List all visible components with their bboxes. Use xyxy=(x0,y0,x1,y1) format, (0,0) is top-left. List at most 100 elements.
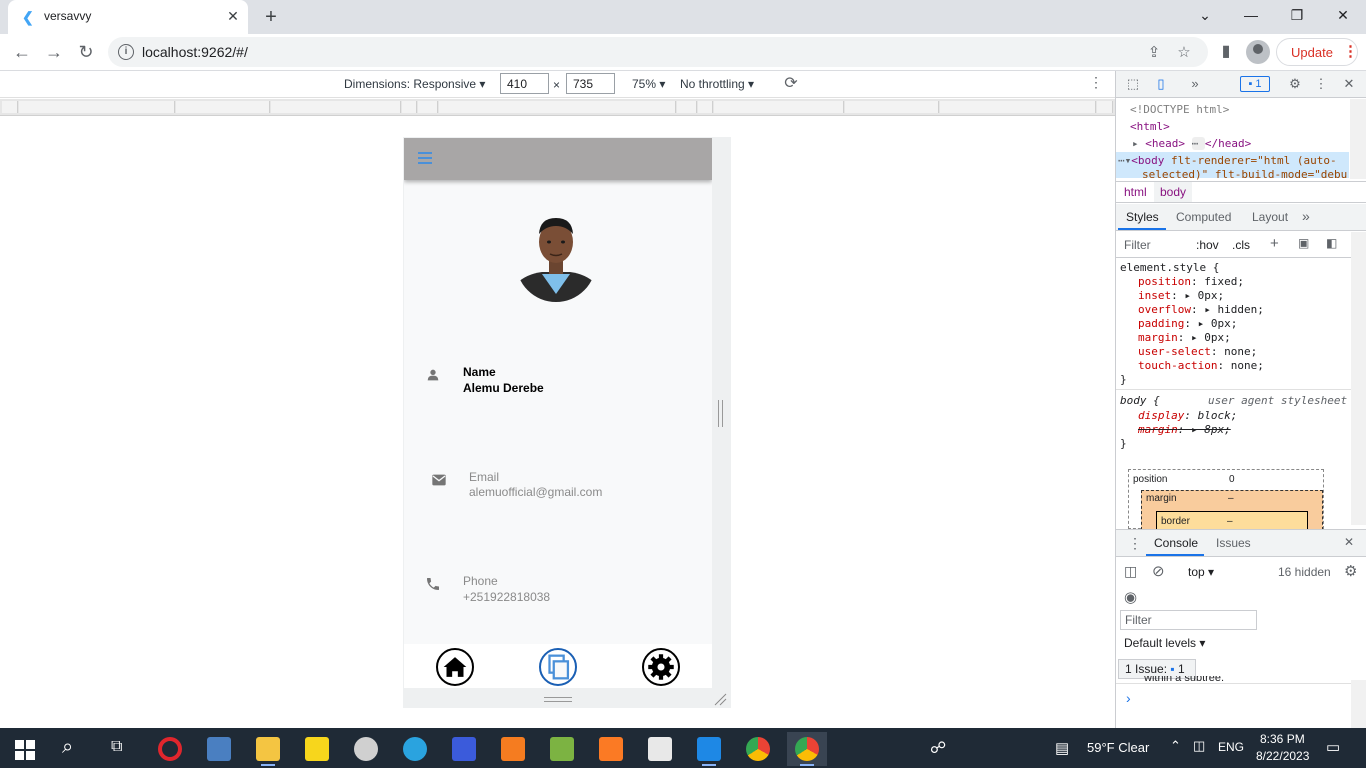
taskbar-notepad[interactable] xyxy=(542,732,582,766)
browser-tab[interactable]: ❮ versavvy ✕ xyxy=(8,0,248,34)
tab-computed[interactable]: Computed xyxy=(1176,210,1231,224)
taskbar-sticky-notes[interactable] xyxy=(297,732,337,766)
ruler-segment[interactable] xyxy=(845,101,939,113)
context-selector[interactable]: top ▾ xyxy=(1188,565,1214,579)
console-sidebar-icon[interactable]: ◫ xyxy=(1124,563,1137,580)
taskbar-clock-app[interactable] xyxy=(346,732,386,766)
dom-body-node-selected[interactable]: ⋯▾<body flt-renderer="html (auto- select… xyxy=(1116,152,1349,181)
back-arrow-icon[interactable]: ← xyxy=(8,38,36,66)
taskbar-xampp[interactable] xyxy=(591,732,631,766)
device-toggle-icon[interactable]: ▯ xyxy=(1152,75,1170,93)
body-ua-selector[interactable]: body { xyxy=(1120,394,1160,407)
forward-arrow-icon[interactable]: → xyxy=(40,38,68,66)
tab-console[interactable]: Console xyxy=(1154,536,1198,550)
rotate-icon[interactable]: ⟳ xyxy=(781,74,801,94)
devtools-more-icon[interactable]: ⋮ xyxy=(1312,75,1330,93)
bookmark-star-icon[interactable]: ☆ xyxy=(1174,43,1194,63)
ruler-segment[interactable] xyxy=(1097,101,1113,113)
update-button[interactable]: Update ⋮ xyxy=(1276,38,1358,66)
style-prop-inset[interactable]: inset: ▸ 0px; xyxy=(1138,289,1224,302)
tab-styles[interactable]: Styles xyxy=(1126,210,1159,224)
ruler-segment[interactable] xyxy=(940,101,1096,113)
inspect-element-icon[interactable]: ⬚ xyxy=(1124,75,1142,93)
ruler-segment[interactable] xyxy=(176,101,270,113)
ruler-segment[interactable] xyxy=(2,101,18,113)
console-prompt-icon[interactable]: › xyxy=(1126,690,1131,706)
settings-nav-button[interactable] xyxy=(642,648,680,686)
clock-time[interactable]: 8:36 PM xyxy=(1260,732,1305,746)
home-nav-button[interactable] xyxy=(436,648,474,686)
copy-nav-button[interactable] xyxy=(539,648,577,686)
dom-html-node[interactable]: <html> xyxy=(1130,120,1170,133)
more-panels-icon[interactable]: » xyxy=(1186,75,1204,93)
reload-icon[interactable]: ↻ xyxy=(72,38,100,66)
window-close-icon[interactable]: ✕ xyxy=(1320,0,1366,30)
console-settings-icon[interactable]: ⚙ xyxy=(1344,562,1357,580)
resize-handle-bottom[interactable] xyxy=(544,697,572,702)
width-input[interactable]: 410 xyxy=(500,73,549,94)
tab-layout[interactable]: Layout xyxy=(1252,210,1288,224)
language-indicator[interactable]: ENG xyxy=(1218,740,1244,754)
style-prop-user-select[interactable]: user-select: none; xyxy=(1138,345,1257,358)
taskbar-chrome[interactable] xyxy=(738,732,778,766)
dom-head-node[interactable]: ▸ <head> ⋯ </head> xyxy=(1132,137,1251,150)
live-expression-eye-icon[interactable]: ◉ xyxy=(1124,588,1137,606)
ruler-segment[interactable] xyxy=(19,101,175,113)
people-icon[interactable]: ☍ xyxy=(930,738,946,758)
device-toolbar-more-icon[interactable]: ⋮ xyxy=(1088,74,1104,94)
new-tab-button[interactable]: + xyxy=(258,4,284,30)
taskbar-player[interactable] xyxy=(444,732,484,766)
minimize-icon[interactable]: — xyxy=(1228,0,1274,30)
clear-console-icon[interactable]: ⊘ xyxy=(1152,562,1165,580)
profile-avatar-icon[interactable] xyxy=(1246,40,1270,64)
ruler-segment[interactable] xyxy=(698,101,713,113)
taskbar-pdf-app[interactable] xyxy=(493,732,533,766)
tray-chevron-icon[interactable]: ⌃ xyxy=(1170,738,1181,754)
dimensions-dropdown[interactable]: Dimensions: Responsive ▾ xyxy=(344,77,485,91)
styles-scrollbar[interactable] xyxy=(1351,232,1366,525)
styles-filter-input[interactable]: Filter xyxy=(1124,238,1151,252)
height-input[interactable]: 735 xyxy=(566,73,615,94)
new-style-rule-icon[interactable]: + xyxy=(1270,235,1279,252)
url-text[interactable]: localhost:9262/#/ xyxy=(142,44,248,60)
restore-icon[interactable]: ❐ xyxy=(1274,0,1320,30)
weather-text[interactable]: 59°F Clear xyxy=(1087,740,1149,755)
style-prop-padding[interactable]: padding: ▸ 0px; xyxy=(1138,317,1237,330)
zoom-dropdown[interactable]: 75% ▾ xyxy=(632,77,665,91)
resize-handle-right[interactable] xyxy=(718,400,723,427)
style-prop-margin[interactable]: margin: ▸ 0px; xyxy=(1138,331,1231,344)
throttling-dropdown[interactable]: No throttling ▾ xyxy=(680,77,754,91)
taskbar-telegram[interactable] xyxy=(395,732,435,766)
share-icon[interactable]: ⇪ xyxy=(1144,43,1164,63)
style-prop-touch-action[interactable]: touch-action: none; xyxy=(1138,359,1264,372)
drawer-close-icon[interactable]: ✕ xyxy=(1344,535,1354,549)
taskbar-vscode[interactable] xyxy=(689,732,729,766)
log-levels-dropdown[interactable]: Default levels ▾ xyxy=(1124,636,1205,650)
ruler-segment[interactable] xyxy=(418,101,438,113)
more-tabs-icon[interactable]: » xyxy=(1302,208,1310,224)
tab-issues[interactable]: Issues xyxy=(1216,536,1251,550)
ruler-segment[interactable] xyxy=(714,101,844,113)
ruler-segment[interactable] xyxy=(271,101,401,113)
taskbar-calculator[interactable] xyxy=(640,732,680,766)
drawer-menu-icon[interactable]: ⋮ xyxy=(1128,535,1142,552)
style-prop-overflow[interactable]: overflow: ▸ hidden; xyxy=(1138,303,1264,316)
tab-search-chevron-icon[interactable]: ⌄ xyxy=(1182,0,1228,30)
address-bar[interactable]: i localhost:9262/#/ ⇪ ☆ xyxy=(108,37,1208,67)
console-scrollbar[interactable] xyxy=(1351,680,1366,728)
task-view-button[interactable]: ⧉ xyxy=(100,732,140,766)
taskbar-chrome-active[interactable] xyxy=(787,732,827,766)
dom-doctype[interactable]: <!DOCTYPE html> xyxy=(1130,103,1229,116)
clock-date[interactable]: 8/22/2023 xyxy=(1256,749,1309,763)
taskbar-file-explorer[interactable] xyxy=(248,732,288,766)
crumb-body[interactable]: body xyxy=(1154,182,1193,202)
tab-close-icon[interactable]: ✕ xyxy=(224,7,242,25)
toggle-sidebar-icon[interactable]: ◧ xyxy=(1326,236,1337,250)
ruler-segment[interactable] xyxy=(439,101,676,113)
issues-badge[interactable]: ▪ 1 xyxy=(1240,76,1270,92)
side-panel-icon[interactable]: ▮ xyxy=(1214,40,1238,64)
ruler-segment[interactable] xyxy=(402,101,417,113)
crumb-html[interactable]: html xyxy=(1124,185,1147,199)
dom-scrollbar[interactable] xyxy=(1350,99,1366,179)
search-button[interactable]: ⌕ xyxy=(52,732,92,766)
